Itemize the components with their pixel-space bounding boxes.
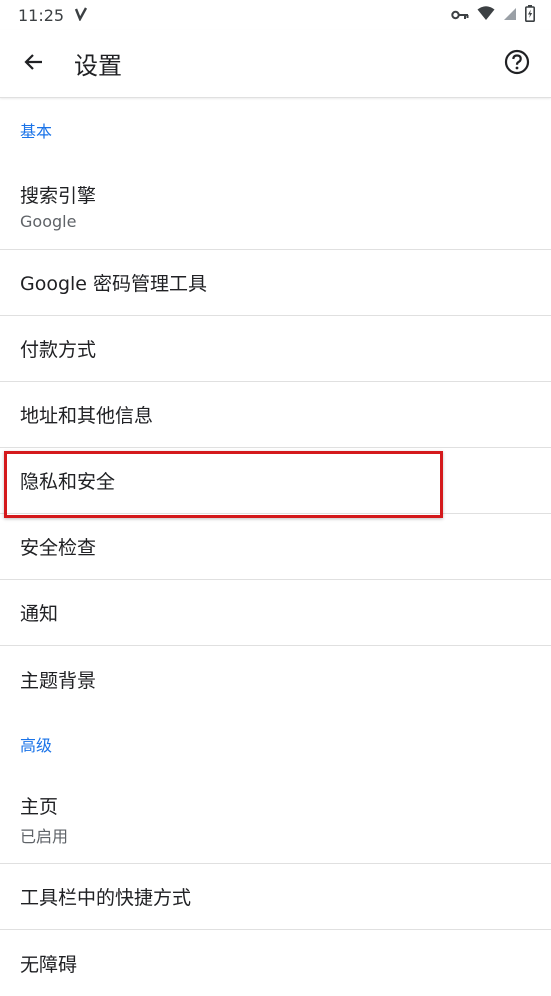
section-header-basic: 基本 [20, 122, 53, 141]
item-subtitle: Google [20, 211, 77, 231]
item-title: 通知 [20, 603, 59, 625]
item-title: 主题背景 [20, 669, 97, 692]
item-title: Google 密码管理工具 [20, 273, 208, 295]
settings-item-password-manager[interactable]: Google 密码管理工具 [0, 250, 551, 316]
status-bar: 11:25 [0, 0, 551, 30]
settings-item-search-engine[interactable]: 搜索引擎 Google [0, 162, 551, 250]
section-header-advanced: 高级 [20, 736, 53, 755]
settings-item-privacy-security[interactable]: 隐私和安全 [0, 448, 551, 514]
settings-list: 基本 搜索引擎 Google Google 密码管理工具 付款方式 地址和其他信… [0, 98, 551, 996]
item-subtitle: 已启用 [20, 827, 69, 846]
settings-item-payment-methods[interactable]: 付款方式 [0, 316, 551, 382]
settings-item-notifications[interactable]: 通知 [0, 580, 551, 646]
item-title: 付款方式 [20, 339, 97, 361]
status-time: 11:25 [18, 5, 65, 25]
vpn-key-icon [451, 6, 469, 25]
help-button[interactable] [497, 44, 537, 84]
item-title: 搜索引擎 [20, 184, 97, 207]
settings-item-addresses[interactable]: 地址和其他信息 [0, 382, 551, 448]
settings-item-themes[interactable]: 主题背景 [0, 646, 551, 712]
back-button[interactable] [14, 44, 54, 84]
settings-item-accessibility[interactable]: 无障碍 [0, 930, 551, 996]
notification-check-icon [74, 6, 88, 25]
settings-item-safety-check[interactable]: 安全检查 [0, 514, 551, 580]
settings-item-toolbar-shortcut[interactable]: 工具栏中的快捷方式 [0, 864, 551, 930]
battery-icon [525, 4, 535, 26]
item-title: 无障碍 [20, 953, 78, 976]
page-title: 设置 [74, 52, 122, 80]
cellular-signal-icon [503, 6, 517, 25]
wifi-icon [477, 5, 495, 25]
arrow-back-icon [22, 50, 46, 78]
item-title: 隐私和安全 [20, 471, 116, 493]
app-bar: 设置 [0, 30, 551, 98]
settings-item-homepage[interactable]: 主页 已启用 [0, 776, 551, 864]
item-title: 地址和其他信息 [20, 405, 154, 427]
help-icon [504, 49, 530, 79]
item-title: 安全检查 [20, 537, 97, 559]
item-title: 工具栏中的快捷方式 [20, 887, 192, 909]
item-title: 主页 [20, 796, 59, 818]
